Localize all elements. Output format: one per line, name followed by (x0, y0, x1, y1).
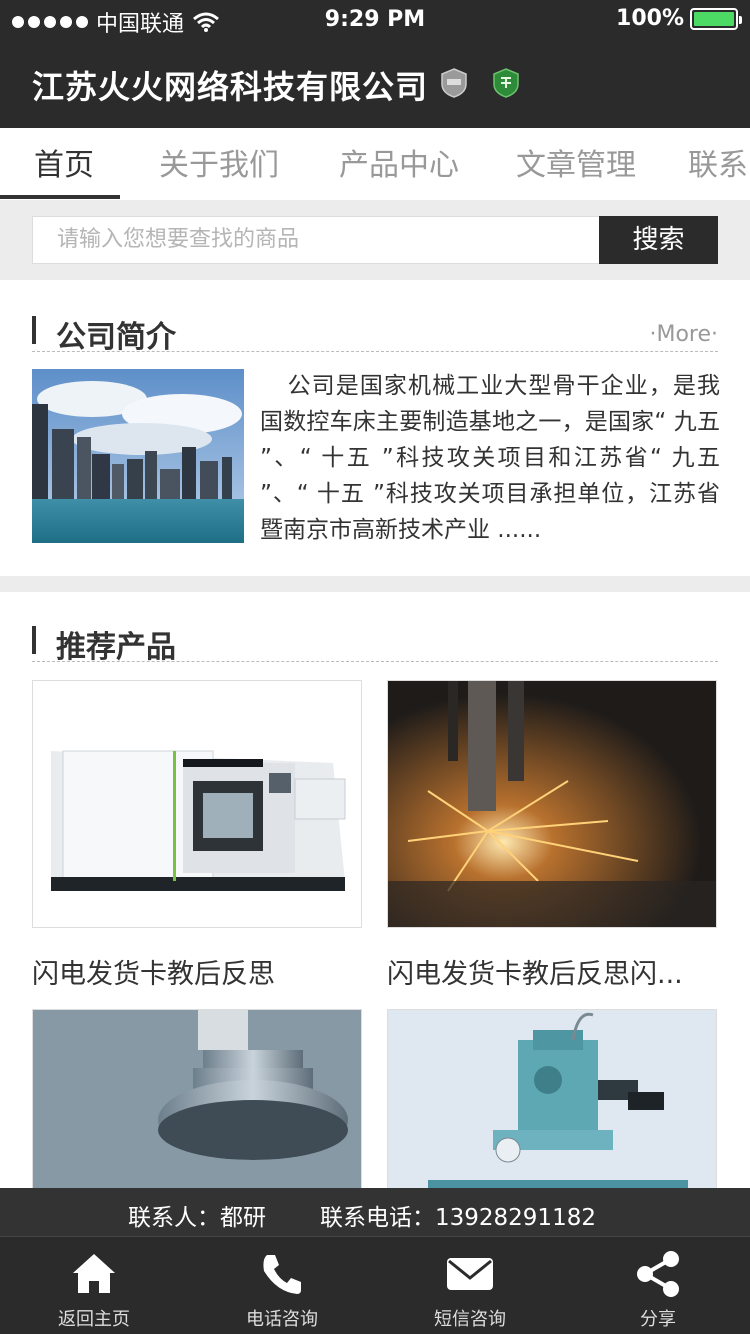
site-header: 江苏火火网络科技有限公司 (0, 40, 750, 128)
main-tabs: 首页 关于我们 产品中心 文章管理 联系 (0, 128, 750, 200)
product-image[interactable] (32, 680, 362, 928)
nav-share[interactable]: 分享 (564, 1237, 750, 1334)
enterprise-badge-icon (493, 68, 519, 98)
company-intro-section: 公司简介 ·More· 公司是国家机械工业大型骨干企业，是我国数控车床主要制造基… (0, 280, 750, 576)
section-title: 推荐产品 (56, 630, 176, 665)
tab-products[interactable]: 产品中心 (339, 128, 459, 200)
shield-badge-icon (441, 68, 467, 98)
section-marker (32, 626, 36, 654)
search-bar: 搜索 (0, 200, 750, 280)
active-tab-indicator (0, 195, 120, 199)
home-icon (73, 1254, 115, 1293)
bottom-nav: 返回主页 电话咨询 短信咨询 分享 (0, 1236, 750, 1334)
tab-articles[interactable]: 文章管理 (516, 128, 636, 200)
product-name[interactable]: 闪电发货卡教后反思 (32, 952, 362, 991)
more-link[interactable]: ·More· (649, 322, 718, 347)
product-card[interactable]: 闪电发货卡教后反思 (32, 680, 362, 991)
company-image[interactable] (32, 369, 244, 543)
battery-percent: 100% (616, 6, 684, 31)
nav-phone[interactable]: 电话咨询 (188, 1237, 376, 1334)
nav-home-label: 返回主页 (58, 1309, 130, 1330)
share-icon (637, 1251, 679, 1297)
tab-home[interactable]: 首页 (34, 128, 94, 200)
search-button[interactable]: 搜索 (599, 216, 718, 264)
intro-text: 公司是国家机械工业大型骨干企业，是我国数控车床主要制造基地之一，是国家“ 九五 … (260, 373, 720, 543)
recommended-products-section: 推荐产品 闪电发货卡教后反思 闪电发货卡教后反思闪... (0, 592, 750, 1292)
nav-phone-label: 电话咨询 (246, 1309, 318, 1330)
search-input[interactable] (32, 216, 600, 264)
product-image[interactable] (387, 680, 717, 928)
contact-person: 联系人：都研 (128, 1205, 266, 1231)
section-marker (32, 316, 36, 344)
nav-share-label: 分享 (640, 1309, 676, 1330)
contact-phone[interactable]: 联系电话：13928291182 (320, 1198, 596, 1232)
section-header: 公司简介 ·More· (32, 292, 718, 355)
product-card[interactable]: 闪电发货卡教后反思闪... (387, 680, 717, 991)
contact-bar: 联系人：都研 联系电话：13928291182 (0, 1188, 750, 1236)
tab-contact[interactable]: 联系 (688, 128, 748, 200)
section-title: 公司简介 (56, 320, 176, 355)
mail-icon (447, 1258, 493, 1290)
phone-icon (263, 1255, 301, 1294)
section-header: 推荐产品 (32, 602, 718, 665)
nav-sms[interactable]: 短信咨询 (376, 1237, 564, 1334)
battery-group: 100% (616, 6, 742, 31)
company-title: 江苏火火网络科技有限公司 (32, 68, 429, 106)
battery-icon (690, 7, 742, 30)
nav-home[interactable]: 返回主页 (0, 1237, 188, 1334)
nav-sms-label: 短信咨询 (434, 1309, 506, 1330)
status-bar: 中国联通 9:29 PM 100% (0, 0, 750, 40)
tab-about[interactable]: 关于我们 (159, 128, 279, 200)
product-name[interactable]: 闪电发货卡教后反思闪... (387, 952, 717, 991)
